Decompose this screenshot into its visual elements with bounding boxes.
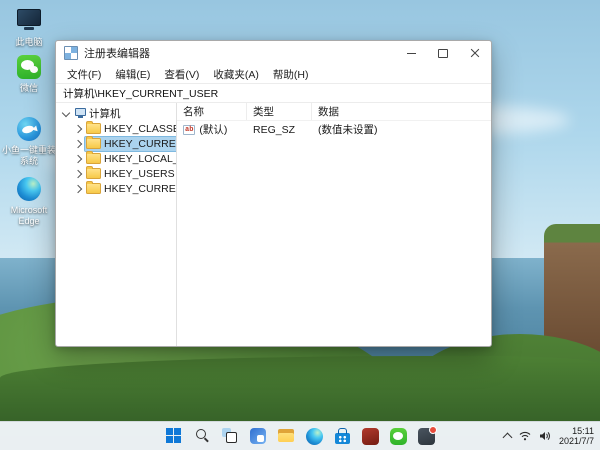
minimize-button[interactable] <box>395 41 427 65</box>
volume-icon[interactable] <box>539 431 551 441</box>
tree-item-label: HKEY_CLASSES_ROOT <box>104 122 176 135</box>
values-list-pane: 名称 类型 数据 ab (默认) REG_SZ (数值未设置) <box>177 103 491 346</box>
column-header-data[interactable]: 数据 <box>312 103 491 120</box>
taskbar-center <box>162 422 438 450</box>
menu-file[interactable]: 文件(F) <box>60 67 108 82</box>
window-controls <box>395 41 491 65</box>
tray-overflow-chevron-icon[interactable] <box>502 432 513 443</box>
menu-view[interactable]: 查看(V) <box>157 67 206 82</box>
folder-icon <box>86 121 101 134</box>
chevron-down-icon[interactable] <box>61 108 71 117</box>
registry-editor-icon <box>64 46 78 60</box>
tree-item-label: HKEY_CURRENT_CONFIG <box>104 182 176 195</box>
desktop-icon-this-pc[interactable]: 此电脑 <box>2 6 56 48</box>
red-app-icon[interactable] <box>358 424 382 448</box>
folder-icon <box>86 136 101 149</box>
value-type: REG_SZ <box>253 123 296 136</box>
desktop-icon-xiaoyu[interactable]: 小鱼一键重装系统 <box>2 116 56 167</box>
reg-sz-icon: ab <box>183 124 196 135</box>
desktop-icon-label: 小鱼一键重装系统 <box>2 145 57 166</box>
clock[interactable]: 15:11 2021/7/7 <box>559 426 594 447</box>
edge-taskbar-icon[interactable] <box>302 424 326 448</box>
search-icon[interactable] <box>190 424 214 448</box>
maximize-button[interactable] <box>427 41 459 65</box>
desktop-icon-label: 微信 <box>19 83 38 93</box>
desktop-icon-label: Microsoft Edge <box>10 205 48 226</box>
wechat-taskbar-icon[interactable] <box>386 424 410 448</box>
column-header-type[interactable]: 类型 <box>247 103 312 120</box>
task-view-icon[interactable] <box>218 424 242 448</box>
window-title: 注册表编辑器 <box>84 48 150 60</box>
chevron-right-icon[interactable] <box>73 169 83 178</box>
tree-item-hkey-current-user[interactable]: HKEY_CURRENT_USER <box>56 135 176 152</box>
registry-tree-pane: 计算机 HKEY_CLASSES_ROOT HKEY_CURRENT_USER … <box>56 103 177 346</box>
tray-date: 2021/7/7 <box>558 436 594 446</box>
value-row-default[interactable]: ab (默认) REG_SZ (数值未设置) <box>177 121 491 138</box>
network-icon[interactable] <box>519 431 531 441</box>
chevron-right-icon[interactable] <box>73 154 83 163</box>
desktop: 此电脑 微信 小鱼一键重装系统 Microsoft Edge 注册表编辑器 文件… <box>0 0 600 450</box>
taskbar: 15:11 2021/7/7 <box>0 421 600 450</box>
this-pc-icon <box>16 9 42 35</box>
desktop-icon-edge[interactable]: Microsoft Edge <box>2 176 56 227</box>
menu-favorites[interactable]: 收藏夹(A) <box>206 67 266 82</box>
address-text: 计算机\HKEY_CURRENT_USER <box>63 87 219 100</box>
tree-item-hkey-classes-root[interactable]: HKEY_CLASSES_ROOT <box>56 121 176 136</box>
title-bar[interactable]: 注册表编辑器 <box>56 41 491 65</box>
column-header-name[interactable]: 名称 <box>177 103 247 120</box>
widgets-icon[interactable] <box>246 424 270 448</box>
tree-item-label: HKEY_CURRENT_USER <box>104 137 176 150</box>
desktop-icon-label: 此电脑 <box>15 37 43 47</box>
menu-edit[interactable]: 编辑(E) <box>108 67 157 82</box>
registry-editor-window: 注册表编辑器 文件(F) 编辑(E) 查看(V) 收藏夹(A) 帮助(H) 计算… <box>55 40 492 347</box>
tree-item-hkey-users[interactable]: HKEY_USERS <box>56 166 176 181</box>
menu-bar: 文件(F) 编辑(E) 查看(V) 收藏夹(A) 帮助(H) <box>56 65 491 83</box>
chevron-right-icon[interactable] <box>73 124 83 133</box>
wechat-icon <box>16 55 42 81</box>
computer-icon <box>74 108 86 119</box>
tree-item-label: HKEY_USERS <box>104 167 175 180</box>
tree-item-hkey-local-machine[interactable]: HKEY_LOCAL_MACHINE <box>56 151 176 166</box>
close-button[interactable] <box>459 41 491 65</box>
system-tray: 15:11 2021/7/7 <box>502 422 594 450</box>
window-body: 计算机 HKEY_CLASSES_ROOT HKEY_CURRENT_USER … <box>56 103 491 346</box>
folder-icon <box>86 181 101 194</box>
file-explorer-icon[interactable] <box>274 424 298 448</box>
desktop-icon-wechat[interactable]: 微信 <box>2 54 56 94</box>
tree-item-computer[interactable]: 计算机 <box>56 106 176 121</box>
tree-item-hkey-current-config[interactable]: HKEY_CURRENT_CONFIG <box>56 181 176 196</box>
value-data: (数值未设置) <box>318 124 378 136</box>
tray-time: 15:11 <box>572 425 594 436</box>
folder-icon <box>86 151 101 164</box>
edge-icon <box>16 177 42 203</box>
chevron-right-icon[interactable] <box>73 184 83 193</box>
chevron-right-icon[interactable] <box>73 139 83 148</box>
value-name: (默认) <box>199 124 228 136</box>
xiaoyu-installer-icon <box>16 117 42 143</box>
list-header: 名称 类型 数据 <box>177 103 491 121</box>
address-bar[interactable]: 计算机\HKEY_CURRENT_USER <box>56 83 491 103</box>
wallpaper-cliff <box>544 224 600 352</box>
tree-item-label: 计算机 <box>89 108 121 120</box>
tree-item-label: HKEY_LOCAL_MACHINE <box>104 152 176 165</box>
start-button[interactable] <box>162 424 186 448</box>
folder-icon <box>86 166 101 179</box>
menu-help[interactable]: 帮助(H) <box>266 67 316 82</box>
store-icon[interactable] <box>330 424 354 448</box>
app-with-badge-icon[interactable] <box>414 424 438 448</box>
